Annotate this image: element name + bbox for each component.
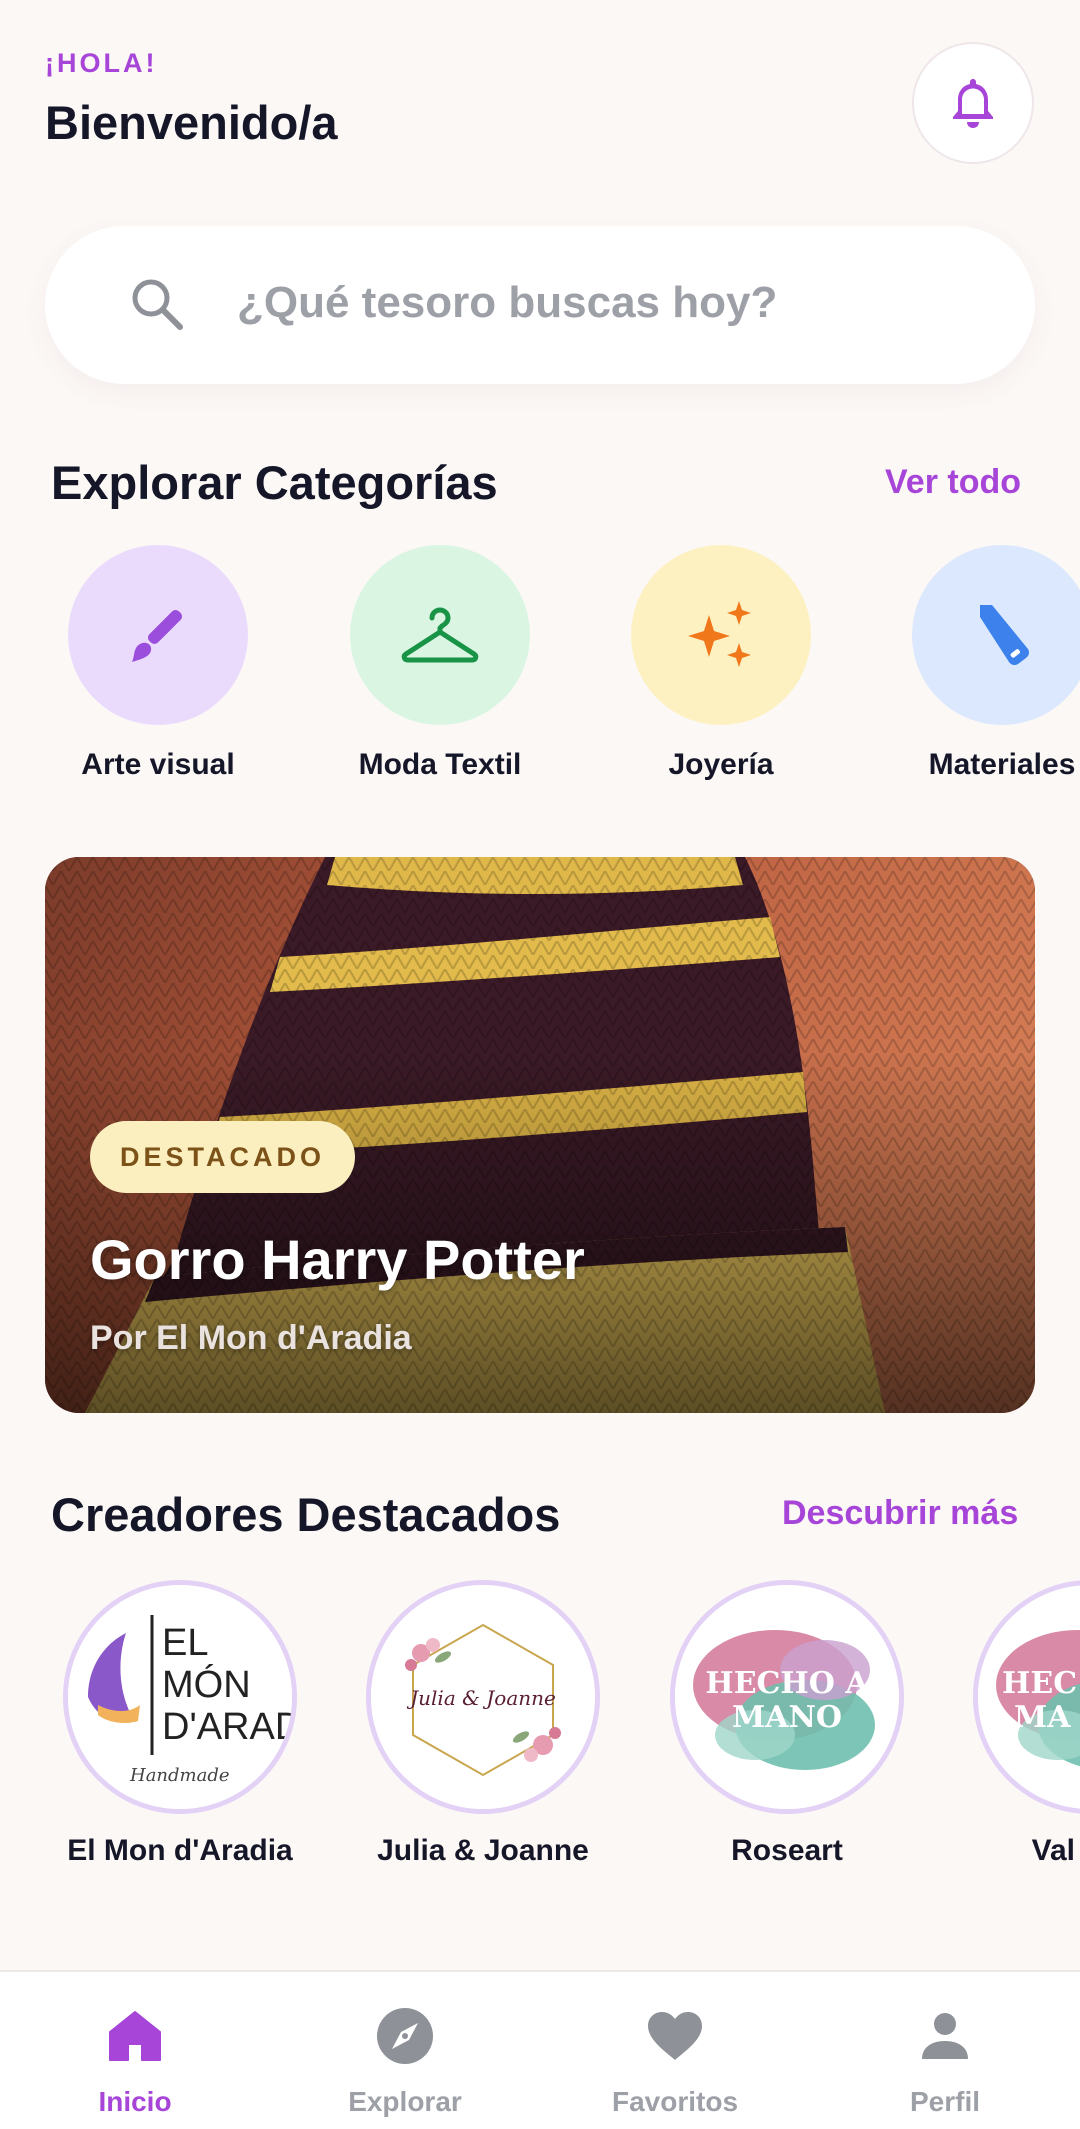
bottom-navigation: Inicio Explorar Favoritos Perfil	[0, 1970, 1080, 2129]
hanger-icon	[401, 607, 479, 663]
creator-logo-text: EL	[162, 1622, 208, 1664]
notifications-button[interactable]	[912, 42, 1034, 164]
creator-name: El Mon d'Aradia	[67, 1834, 293, 1867]
category-icon-circle	[912, 545, 1080, 725]
category-materiales[interactable]: Materiales	[862, 545, 1080, 795]
nav-label: Perfil	[909, 2086, 981, 2117]
nav-item-favoritos[interactable]: Favoritos	[540, 1972, 810, 2129]
creator-logo-text: MÓN	[162, 1663, 251, 1706]
creator-logo-text: MANO	[732, 1700, 842, 1735]
nav-label: Explorar	[348, 2086, 462, 2117]
search-bar[interactable]: ¿Qué tesoro buscas hoy?	[45, 226, 1035, 384]
paint-brush-icon	[132, 609, 183, 662]
nav-item-inicio[interactable]: Inicio	[0, 1972, 270, 2129]
creator-logo-text: D'ARAD	[162, 1706, 292, 1748]
creator-avatar: HEC MA	[973, 1580, 1080, 1814]
creator-logo-text: HEC	[1002, 1666, 1077, 1701]
home-screen: ¡HOLA! Bienvenido/a ¿Qué tesoro buscas h…	[0, 0, 1080, 2129]
category-label: Moda Textil	[358, 748, 522, 781]
creator-logo: EL MÓN D'ARAD Handmade	[68, 1585, 292, 1809]
creator-name: Roseart	[731, 1834, 843, 1867]
creator-logo: Julia & Joanne	[371, 1585, 595, 1809]
nav-item-explorar[interactable]: Explorar	[270, 1972, 540, 2129]
search-input[interactable]: ¿Qué tesoro buscas hoy?	[237, 278, 777, 328]
category-arte-visual[interactable]: Arte visual	[18, 545, 298, 795]
discover-more-link[interactable]: Descubrir más	[782, 1494, 1018, 1533]
featured-subtitle: Por El Mon d'Aradia	[90, 1319, 412, 1357]
creator-logo-text: Julia & Joanne	[406, 1686, 556, 1710]
category-joyeria[interactable]: Joyería	[581, 545, 861, 795]
category-label: Joyería	[668, 748, 774, 781]
creator-logo: HECHO A MANO	[675, 1585, 899, 1809]
nav-item-perfil[interactable]: Perfil	[810, 1972, 1080, 2129]
creator-logo: HEC MA	[978, 1585, 1080, 1809]
category-icon-circle	[631, 545, 811, 725]
creator-avatar: EL MÓN D'ARAD Handmade	[63, 1580, 297, 1814]
search-icon	[132, 279, 183, 330]
creator-logo-text: HECHO A	[705, 1666, 869, 1701]
category-label: Arte visual	[81, 748, 235, 781]
greeting-label: ¡HOLA!	[45, 48, 158, 78]
nav-label: Favoritos	[611, 2086, 739, 2117]
creator-name: Val Fern	[1031, 1834, 1080, 1867]
featured-title: Gorro Harry Potter	[90, 1228, 585, 1291]
compass-icon	[377, 2008, 433, 2064]
sparkles-icon	[688, 601, 751, 667]
user-icon	[922, 2013, 968, 2059]
see-all-link[interactable]: Ver todo	[885, 463, 1021, 502]
category-label: Materiales	[928, 748, 1076, 781]
utility-knife-icon	[980, 605, 1030, 666]
category-icon-circle	[350, 545, 530, 725]
creator-logo-text: Handmade	[129, 1765, 230, 1786]
category-icon-circle	[68, 545, 248, 725]
creator-name: Julia & Joanne	[377, 1834, 589, 1867]
featured-product-card[interactable]: DESTACADO Gorro Harry Potter Por El Mon …	[45, 857, 1035, 1413]
creator-logo-text: MA	[1014, 1700, 1071, 1735]
category-moda-textil[interactable]: Moda Textil	[300, 545, 580, 795]
nav-label: Inicio	[98, 2086, 172, 2117]
categories-title: Explorar Categorías	[51, 456, 498, 509]
home-icon	[109, 2011, 161, 2061]
creator-avatar: HECHO A MANO	[670, 1580, 904, 1814]
creator-avatar: Julia & Joanne	[366, 1580, 600, 1814]
heart-icon	[648, 2012, 702, 2060]
featured-badge: DESTACADO	[90, 1121, 356, 1193]
creators-title: Creadores Destacados	[51, 1488, 561, 1541]
bell-icon	[953, 79, 993, 128]
welcome-title: Bienvenido/a	[45, 96, 338, 149]
